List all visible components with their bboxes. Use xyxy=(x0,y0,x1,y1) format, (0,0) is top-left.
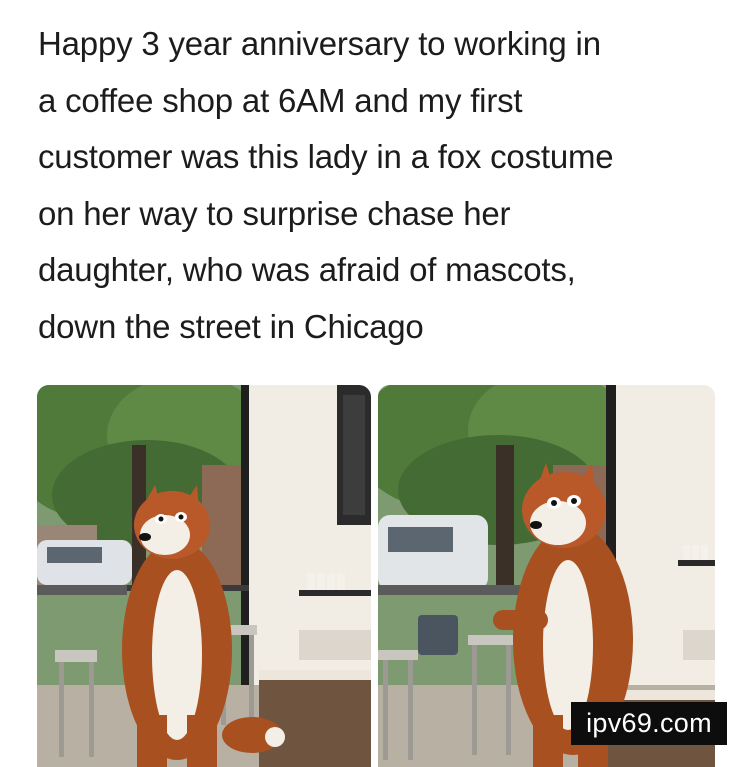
caption-line-2: a coffee shop at 6AM and my first xyxy=(38,81,523,119)
photo-fox-left xyxy=(37,385,371,767)
caption-line-1: Happy 3 year anniversary to working in xyxy=(38,25,601,62)
caption-line-3: customer was this lady in a fox costume xyxy=(38,138,614,175)
caption-line-6: down the street in Chicago xyxy=(38,307,424,345)
caption-text: Happy 3 year anniversary to working in a… xyxy=(38,16,728,355)
caption-line-4: on her way to surprise chase her xyxy=(38,194,511,232)
caption-line-5: daughter, who was afraid of mascots, xyxy=(38,251,576,288)
watermark-label: ipv69.com xyxy=(571,702,727,745)
fox-costume-photo-left xyxy=(37,385,371,767)
